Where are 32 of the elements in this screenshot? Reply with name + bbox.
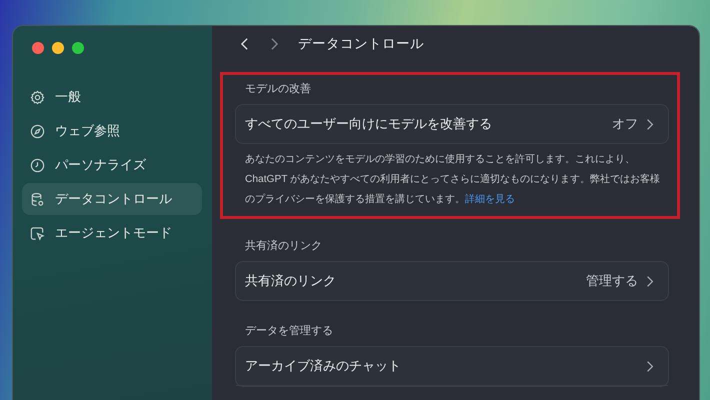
row-label: アーカイブ済みのチャット — [245, 357, 402, 375]
minimize-button[interactable] — [52, 42, 64, 54]
cursor-icon — [30, 226, 45, 240]
row-label: 共有済のリンク — [245, 272, 337, 290]
settings-row[interactable]: すべてのユーザー向けにモデルを改善する オフ — [236, 105, 668, 143]
settings-icon — [30, 90, 45, 104]
chevron-icon — [646, 274, 654, 288]
section-heading: 共有済のリンク — [244, 238, 323, 254]
chevron-right-icon — [270, 37, 278, 51]
section-heading: データを管理する — [244, 324, 334, 339]
row-value: 管理する — [586, 272, 638, 290]
database-icon — [30, 192, 45, 206]
row-label: すべてのユーザー向けにモデルを改善する — [245, 115, 493, 133]
sidebar-item[interactable]: 一般 — [22, 81, 202, 113]
sidebar-item[interactable]: データコントロール — [22, 183, 202, 215]
description-text: あなたのコンテンツをモデルの学習のために使用することを許可します。これにより、ChatGPT があなたやすべての利用者にとってさらに適切なものになります。弊社ではお客様のプライバシーを保護する措置を講じています。詳細を見る — [244, 152, 662, 207]
settings-row[interactable]: アーカイブ済みのチャット — [236, 347, 668, 386]
chevron-left-icon — [240, 37, 248, 51]
page-title: データコントロール — [298, 35, 424, 53]
close-button[interactable] — [32, 42, 44, 54]
row-value: オフ — [612, 115, 638, 133]
chevron-icon — [646, 360, 654, 372]
settings-row[interactable]: 共有済のリンク 管理する — [236, 262, 668, 300]
compass-icon — [30, 124, 45, 138]
sidebar-item[interactable]: エージェントモード — [22, 217, 202, 249]
chevron-icon — [646, 118, 654, 130]
sidebar-item[interactable]: パーソナライズ — [22, 149, 202, 181]
sidebar-item[interactable]: ウェブ参照 — [22, 115, 202, 147]
section-heading: モデルの改善 — [244, 82, 312, 97]
clock-icon — [30, 158, 45, 172]
zoom-button[interactable] — [72, 42, 84, 54]
learn-more-link[interactable]: 詳細を見る — [465, 194, 515, 205]
